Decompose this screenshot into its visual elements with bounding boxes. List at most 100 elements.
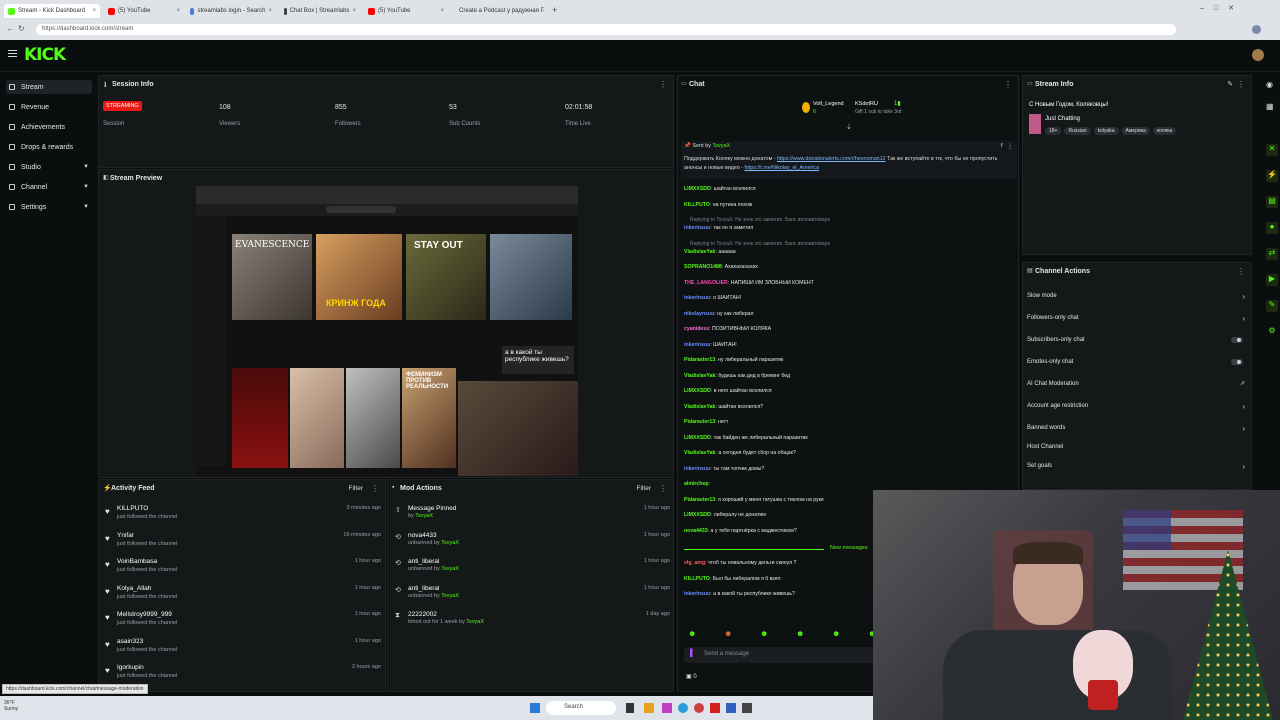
- mod-target[interactable]: nova4433: [408, 532, 437, 539]
- sidebar-item-settings[interactable]: Settings ▼: [6, 200, 92, 214]
- action-ai-chat-moderation[interactable]: AI Chat Moderation ⇗: [1027, 381, 1249, 399]
- chat-message[interactable]: inkerinsuu: о ШАЙТАН!: [684, 295, 1014, 301]
- action-set-goals[interactable]: Set goals ›: [1027, 462, 1249, 481]
- activity-username[interactable]: KILLPUTO: [117, 505, 148, 512]
- activity-username[interactable]: Kolya_Allah: [117, 585, 151, 592]
- stream-tag[interactable]: Америка: [1121, 127, 1150, 135]
- chat-username[interactable]: LIMXXSDD: [684, 186, 711, 192]
- chat-username[interactable]: LIMXXSDD: [684, 388, 711, 394]
- chat-message[interactable]: nikolaynsuu: ну как либерал: [684, 311, 1014, 317]
- channel-actions-menu-icon[interactable]: ⋮: [1237, 267, 1245, 276]
- pinned-menu-icon[interactable]: ⋮: [1007, 143, 1013, 150]
- chat-message[interactable]: LIMXXSDD: в него шайтан вселился: [684, 388, 1014, 394]
- user-avatar[interactable]: [1252, 49, 1264, 61]
- window-controls[interactable]: –□✕: [1200, 4, 1244, 12]
- activity-menu-icon[interactable]: ⋮: [371, 484, 379, 493]
- external-link-icon[interactable]: ⇗: [1240, 380, 1245, 387]
- browser-tab[interactable]: Create a Podcast у радужная Го×: [452, 4, 544, 18]
- youtube-app-icon[interactable]: [710, 703, 720, 713]
- chat-username[interactable]: SOPRANO1488: [684, 264, 722, 270]
- chat-points[interactable]: ▣ 0: [686, 673, 697, 680]
- task-view-icon[interactable]: [626, 703, 634, 713]
- chat-username[interactable]: LIMXXSDD: [684, 435, 711, 441]
- chat-message[interactable]: VladislavYak: а сегодня будет сбор на об…: [684, 450, 1014, 456]
- chat-username[interactable]: vlg_amg: [684, 560, 705, 566]
- chat-username[interactable]: inkerinsuu: [684, 295, 710, 301]
- emote-2-icon[interactable]: ☻: [724, 629, 732, 638]
- sidebar-item-achievements[interactable]: Achievements: [6, 120, 92, 134]
- chat-message[interactable]: Pidaraster13: ну либеральный паразитик: [684, 357, 1014, 363]
- chevron-right-icon[interactable]: ›: [1242, 292, 1245, 301]
- emote-5-icon[interactable]: ☻: [832, 629, 840, 638]
- weather-widget[interactable]: 36°F Sunny: [4, 700, 18, 712]
- action-banned-words[interactable]: Banned words ›: [1027, 424, 1249, 443]
- chat-username[interactable]: VladislavYak: [684, 249, 715, 255]
- stream-tag[interactable]: Russian: [1064, 127, 1091, 135]
- sidebar-item-studio[interactable]: Studio ▼: [6, 160, 92, 174]
- preview-video[interactable]: EVANESCENCE КРИНЖ ГОДА STAY OUT ФЕМИНИЗМ…: [196, 186, 578, 476]
- stream-tag[interactable]: 18+: [1045, 127, 1062, 135]
- chat-username[interactable]: inkerinsuu: [684, 591, 710, 597]
- activity-row[interactable]: ♥ KILLPUTO just followed the channel 3 minu…: [105, 504, 381, 530]
- store-icon[interactable]: [726, 703, 736, 713]
- explorer-icon[interactable]: [644, 703, 654, 713]
- chat-message[interactable]: THE_LANGOLIER: НАПИШИ ИМ ЗЛОБНЫЙ КОМЕНТ: [684, 280, 1014, 286]
- chat-message[interactable]: inkerinsuu: ШАЙТАН!: [684, 342, 1014, 348]
- edge-icon[interactable]: [678, 703, 688, 713]
- chat-message[interactable]: VladislavYak: аааааа: [684, 249, 1014, 255]
- action-host-channel[interactable]: Host Channel: [1027, 444, 1249, 462]
- chat-username[interactable]: KILLPUTO: [684, 202, 710, 208]
- chat-username[interactable]: VladislavYak: [684, 450, 715, 456]
- activity-row[interactable]: ♥ Kolya_Allah just followed the channel 1 h…: [105, 584, 381, 610]
- rail-doc-icon[interactable]: ▤: [1266, 196, 1278, 208]
- chat-message[interactable]: LIMXXSDD: шайтан вселился: [684, 186, 1014, 192]
- chat-username[interactable]: almirchep: [684, 481, 709, 487]
- menu-icon[interactable]: [8, 50, 17, 57]
- collapse-icon[interactable]: ⇣: [846, 123, 852, 131]
- activity-filter-button[interactable]: Filter: [349, 485, 363, 492]
- mod-menu-icon[interactable]: ⋮: [659, 484, 667, 493]
- rail-chat-icon[interactable]: ●: [1266, 222, 1278, 234]
- tab-close-icon[interactable]: ×: [440, 8, 444, 14]
- taskbar-search[interactable]: Search: [546, 701, 616, 715]
- top-gifter-2[interactable]: KSdotRU: [855, 101, 878, 107]
- activity-username[interactable]: asain323: [117, 638, 143, 645]
- chat-username[interactable]: THE_LANGOLIER: [684, 280, 728, 286]
- mod-target[interactable]: 22222002: [408, 611, 437, 618]
- chat-message[interactable]: SOPRANO1488: Ахахахахахах: [684, 264, 1014, 270]
- chevron-right-icon[interactable]: ›: [1242, 462, 1245, 471]
- chevron-right-icon[interactable]: ›: [1242, 424, 1245, 433]
- rail-mod-icon[interactable]: ✕: [1266, 144, 1278, 156]
- chat-username[interactable]: KILLPUTO: [684, 576, 710, 582]
- action-slow-mode[interactable]: Slow mode ›: [1027, 292, 1249, 311]
- activity-row[interactable]: ♥ Mellstroy9999_999 just followed the chan…: [105, 610, 381, 636]
- new-messages-divider[interactable]: New messages: [830, 545, 868, 551]
- chat-username[interactable]: inkerinsuu: [684, 225, 710, 231]
- address-bar[interactable]: https://dashboard.kick.com/stream: [36, 24, 1176, 35]
- start-icon[interactable]: [530, 703, 540, 713]
- action-subscribers-only-chat[interactable]: Subscribers-only chat: [1027, 337, 1249, 355]
- chat-message[interactable]: inkerinsuu: так он я заметил: [684, 225, 1014, 231]
- sidebar-item-stream[interactable]: Stream: [6, 80, 92, 94]
- stream-info-menu-icon[interactable]: ⋮: [1237, 80, 1245, 89]
- chat-username[interactable]: Pidaraster13: [684, 419, 715, 425]
- sidebar-item-channel[interactable]: Channel ▼: [6, 180, 92, 194]
- chat-username[interactable]: LIMXXSDD: [684, 512, 711, 518]
- chat-message[interactable]: KILLPUTO: на путина похож: [684, 202, 1014, 208]
- emote-4-icon[interactable]: ☻: [796, 629, 804, 638]
- reload-icon[interactable]: ↻: [18, 24, 25, 33]
- activity-username[interactable]: Ynifar: [117, 532, 134, 539]
- tab-close-icon[interactable]: ×: [352, 8, 356, 14]
- edit-icon[interactable]: ✎: [1227, 80, 1233, 88]
- mod-action-row[interactable]: ⧗ 22222002 timed out for 1 week by TsvyaX 1…: [394, 610, 670, 636]
- chat-username[interactable]: VladislavYak: [684, 404, 715, 410]
- chevron-right-icon[interactable]: ›: [1242, 314, 1245, 323]
- chat-message[interactable]: LIMXXSDD: так байден же либеральный пара…: [684, 435, 1014, 441]
- activity-row[interactable]: ♥ Ynifar just followed the channel 16 minut…: [105, 531, 381, 557]
- obs-icon[interactable]: [742, 703, 752, 713]
- mod-action-row[interactable]: ⟲ anti_liberal unbanned by TsvyaX 1 hour ag…: [394, 584, 670, 610]
- chat-username[interactable]: VladislavYak: [684, 373, 715, 379]
- activity-row[interactable]: ♥ VoinBambasa just followed the channel 1 h…: [105, 557, 381, 583]
- chat-message[interactable]: VladislavYak: будешь как дед в брекинг б…: [684, 373, 1014, 379]
- mod-action-row[interactable]: ⟲ anti_liberal unbanned by TsvyaX 1 hour ag…: [394, 557, 670, 583]
